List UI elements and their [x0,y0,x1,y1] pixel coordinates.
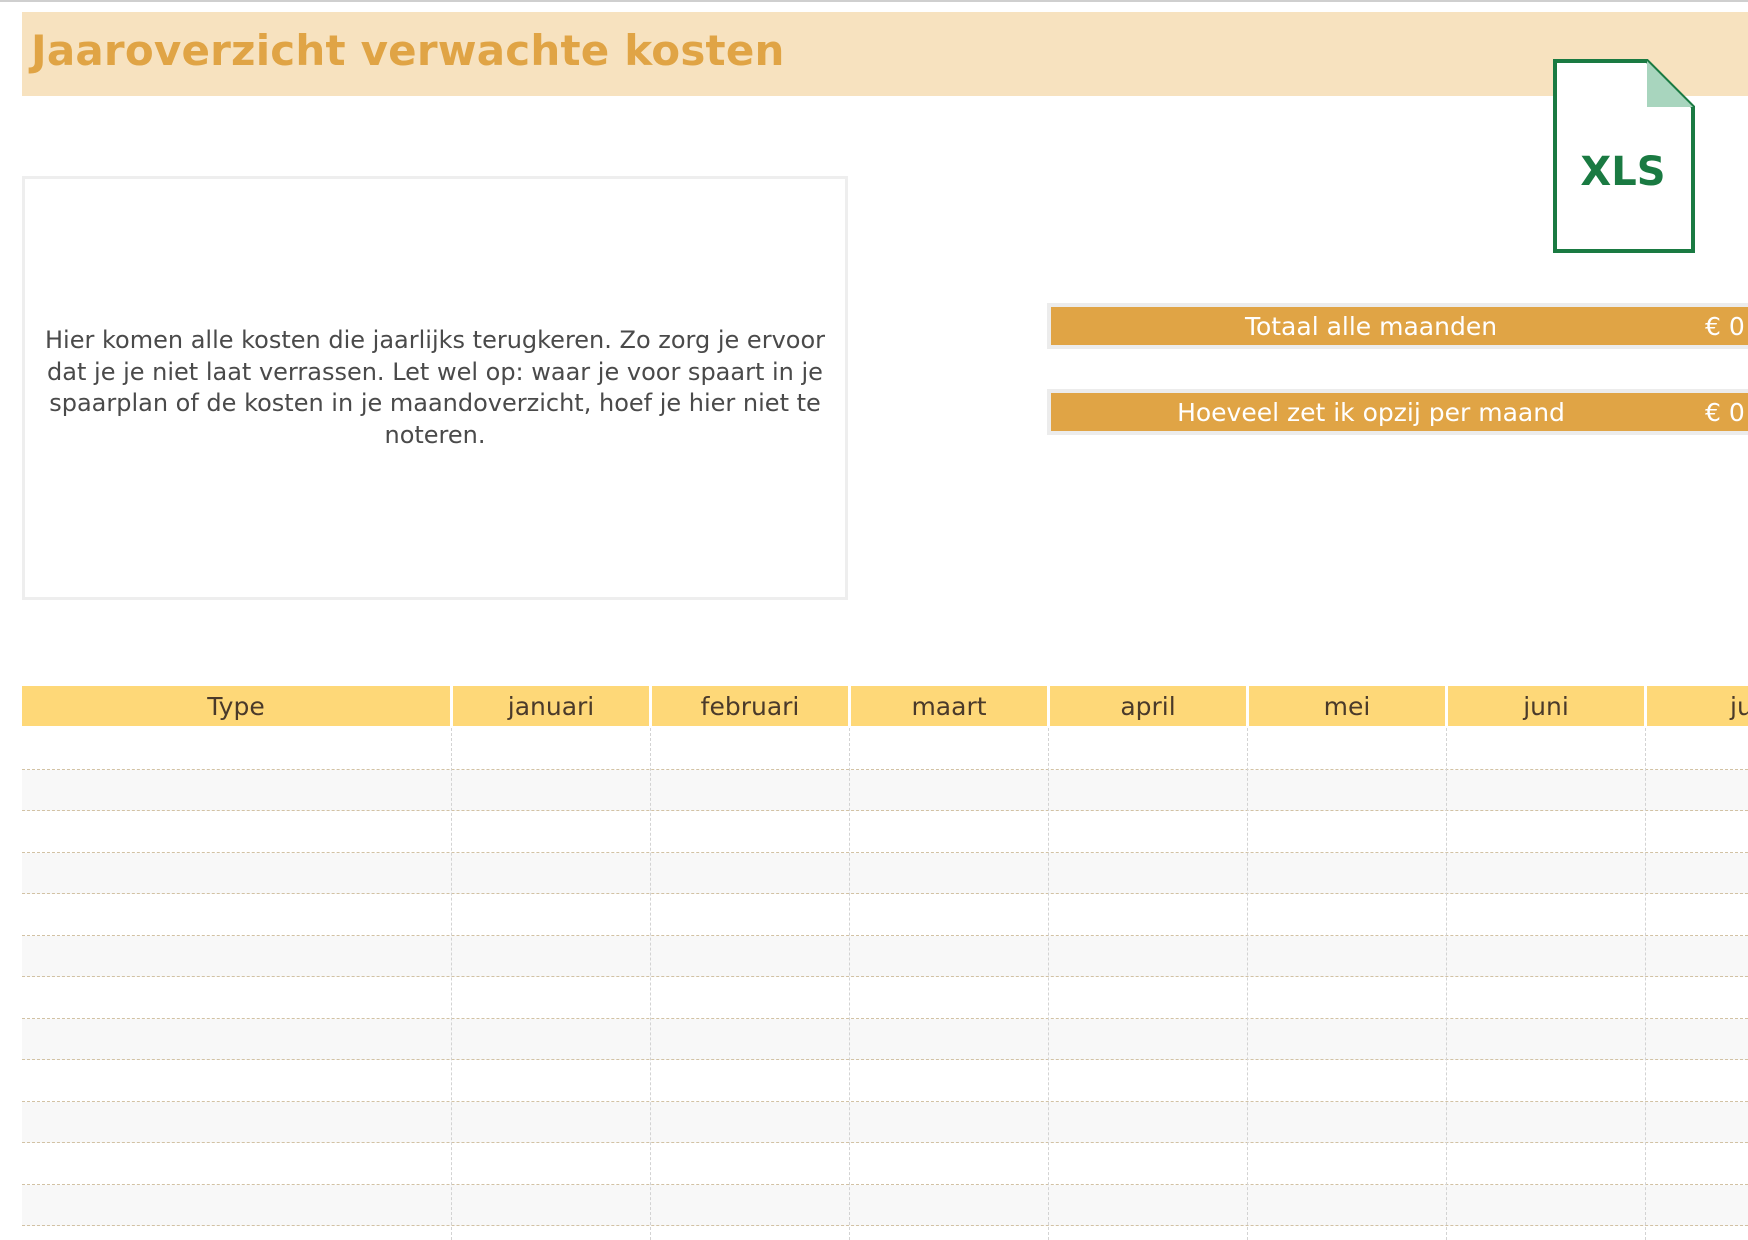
table-row[interactable] [22,977,1748,1019]
header-juni[interactable]: juni [1448,686,1644,726]
header-januari[interactable]: januari [453,686,649,726]
xls-file-icon[interactable]: XLS [1553,59,1695,254]
column-divider [650,728,651,1240]
column-divider [451,728,452,1240]
info-note-box: Hier komen alle kosten die jaarlijks ter… [22,176,848,600]
header-maart[interactable]: maart [851,686,1047,726]
column-divider [1645,728,1646,1240]
summary-monthly-label: Hoeveel zet ik opzij per maand [1051,393,1691,431]
column-divider [849,728,850,1240]
summary-monthly-value[interactable]: € 0 [1649,393,1748,431]
table-row[interactable] [22,1143,1748,1185]
header-mei[interactable]: mei [1249,686,1445,726]
column-divider [1247,728,1248,1240]
header-type[interactable]: Type [22,686,450,726]
xls-icon-label: XLS [1580,149,1665,195]
summary-total-label: Totaal alle maanden [1051,307,1691,345]
table-row[interactable] [22,1101,1748,1143]
table-row[interactable] [22,894,1748,936]
table-row[interactable] [22,935,1748,977]
expenses-table: Type januari februari maart april mei ju… [22,683,1748,1240]
table-row[interactable] [22,1018,1748,1060]
info-note-text: Hier komen alle kosten die jaarlijks ter… [45,326,825,449]
table-row[interactable] [22,1184,1748,1226]
column-divider [1048,728,1049,1240]
header-april[interactable]: april [1050,686,1246,726]
header-februari[interactable]: februari [652,686,848,726]
column-divider [1446,728,1447,1240]
table-header-row: Type januari februari maart april mei ju… [22,683,1748,728]
table-row[interactable] [22,852,1748,894]
table-row[interactable] [22,1060,1748,1102]
page-title: Jaaroverzicht verwachte kosten [31,26,785,75]
top-divider [0,0,1748,2]
header-juli[interactable]: ju [1647,686,1748,726]
summary-total-row: Totaal alle maanden € 0 [1047,303,1748,349]
table-row[interactable] [22,811,1748,853]
summary-monthly-row: Hoeveel zet ik opzij per maand € 0 [1047,389,1748,435]
table-row[interactable] [22,728,1748,770]
summary-total-value[interactable]: € 0 [1649,307,1748,345]
table-row[interactable] [22,769,1748,811]
